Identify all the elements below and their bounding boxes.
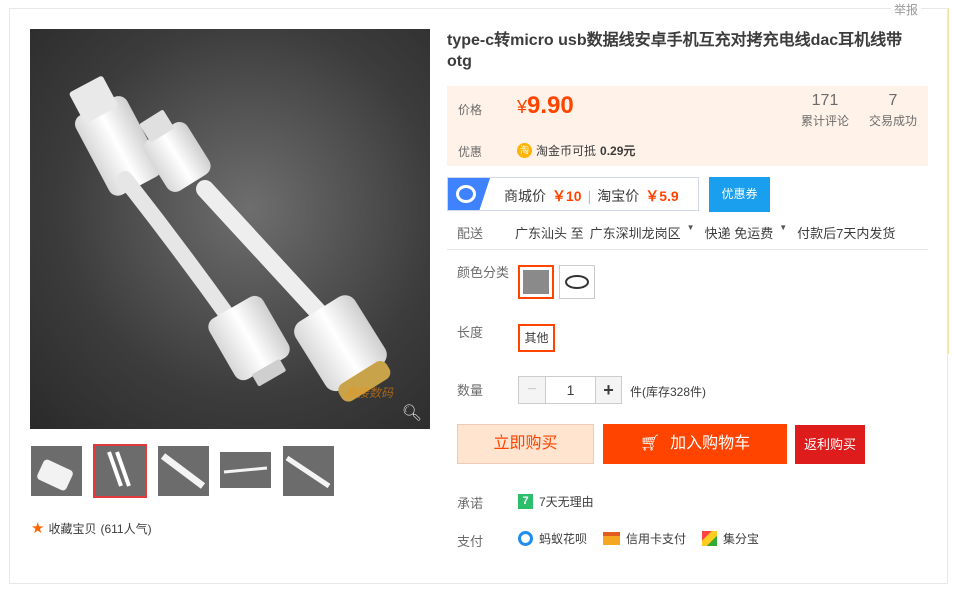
quantity-stepper: − 1 + [518,376,622,404]
zoom-icon[interactable]: 🔍︎ [402,403,422,423]
chevron-down-icon[interactable]: ▼ [687,223,695,242]
quantity-label: 数量 [457,383,484,398]
color-option-1[interactable] [518,265,554,299]
price-box: 价格 ¥9.90 171 累计评论 7 交易成功 优惠 淘 淘金币可抵 0.29元 [447,86,928,166]
qty-minus-button[interactable]: − [519,377,546,403]
favorite-item[interactable]: ★ 收藏宝贝 (611人气) [31,519,152,537]
color-option-2[interactable] [559,265,595,299]
payment-credit-card[interactable]: 信用卡支付 [603,530,686,547]
payment-jifenbao[interactable]: 集分宝 [702,530,759,547]
side-divider [948,8,954,354]
payment-huabei[interactable]: 蚂蚁花呗 [518,530,587,547]
thumbnail-5[interactable] [283,446,334,496]
main-product-image[interactable]: 高接数码 🔍︎ [30,29,430,429]
delivery-label: 配送 [457,226,484,241]
section-divider [447,249,928,250]
credit-card-icon [603,532,620,545]
cable-illustration [69,76,391,402]
popularity-count: (611人气) [100,521,152,536]
huabei-icon [518,531,533,546]
reviews-stat[interactable]: 171 累计评论 [799,92,851,129]
jifenbao-icon [702,531,717,546]
color-label: 颜色分类 [457,265,510,280]
price-value: ¥9.90 [517,92,574,119]
product-title: type-c转micro usb数据线安卓手机互充对拷充电线dac耳机线带otg [447,32,903,70]
shipping-method[interactable]: 快递 免运费 [705,223,774,242]
promise-label: 承诺 [457,496,484,511]
chevron-down-icon[interactable]: ▼ [779,223,787,242]
taobao-price: ￥5.9 [645,188,679,204]
qty-plus-button[interactable]: + [595,377,621,403]
length-option-other[interactable]: 其他 [518,324,555,352]
compare-separator: | [587,188,592,204]
watermark-text: 高接数码 [345,386,394,400]
delivery-row: 配送 广东汕头 至 广东深圳龙岗区 ▼ 快递 免运费 ▼ 付款后7天内发货 [457,223,901,242]
rebate-buy-button[interactable]: 返利购买 [795,425,865,464]
report-link[interactable]: 举报 [891,2,921,19]
taobao-price-label: 淘宝价 [597,188,640,204]
thumbnail-2-selected[interactable] [93,444,147,498]
mall-price: ￥10 [552,188,582,204]
coupon-button[interactable]: 优惠券 [709,177,770,212]
thumbnail-3[interactable] [158,446,209,496]
length-label: 长度 [457,325,484,340]
taojin-coin-icon: 淘 [517,143,532,158]
buy-now-button[interactable]: 立即购买 [457,424,594,464]
dispatch-time: 付款后7天内发货 [797,226,896,241]
star-icon: ★ [31,520,45,537]
deals-stat: 7 交易成功 [868,92,917,128]
discount-label: 优惠 [458,145,483,159]
price-compare-bar[interactable]: 商城价 ￥10 | 淘宝价 ￥5.9 [447,177,699,211]
promise-item[interactable]: 7 7天无理由 [518,493,594,510]
payment-label: 支付 [457,534,484,549]
qty-input[interactable]: 1 [546,377,595,403]
search-q-icon [456,185,476,203]
cart-icon: 🛒︎ [639,435,661,452]
thumbnail-1[interactable] [31,446,82,496]
delivery-to[interactable]: 广东深圳龙岗区 [590,223,681,242]
mall-price-label: 商城价 [504,188,546,204]
add-to-cart-button[interactable]: 🛒︎ 加入购物车 [603,424,787,464]
delivery-from: 广东汕头 至 [515,226,584,241]
stock-text: 件(库存328件) [630,385,707,399]
taojin-discount: 淘 淘金币可抵 0.29元 [517,142,635,159]
seven-days-icon: 7 [518,494,533,509]
price-label: 价格 [458,103,483,117]
thumbnail-4[interactable] [220,452,271,488]
favorite-label: 收藏宝贝 [48,521,97,536]
